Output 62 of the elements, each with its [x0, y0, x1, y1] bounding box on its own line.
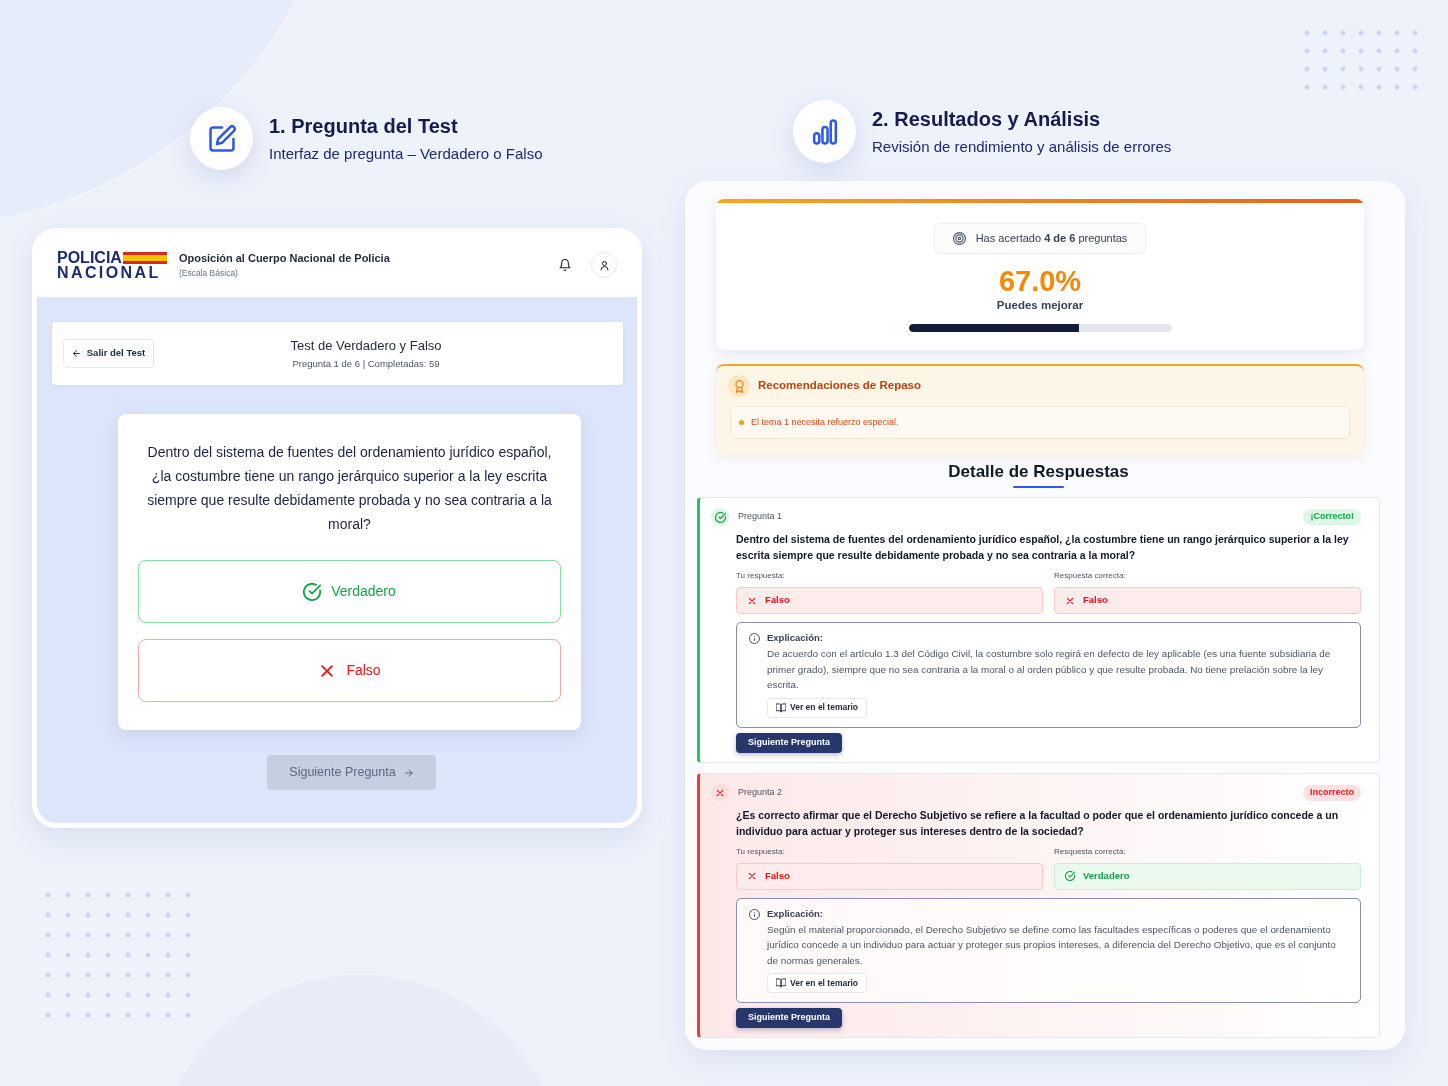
- explanation-text: De acuerdo con el artículo 1.3 del Código Civil, la costumbre solo regirá en defecto de ley aplicable (es una fuente subsidiaria de primer grado), siempre que no sea contraria a la moral o al orden público y que resulte probada. No tiene prelación sobre la ley escrita.: [767, 647, 1332, 692]
- logo-text: POLICIA: [57, 250, 122, 265]
- accent-underline: [1013, 486, 1064, 488]
- book-icon: [776, 978, 786, 988]
- score-summary: Has acertado 4 de 6 preguntas: [975, 231, 1128, 247]
- flag-icon: [122, 251, 167, 264]
- target-icon: [952, 232, 966, 245]
- bullet-icon: [739, 420, 744, 425]
- exit-test-button[interactable]: Salir del Test: [63, 339, 154, 368]
- next-question-button[interactable]: Siguiente Pregunta: [736, 732, 842, 753]
- question-text: Dentro del sistema de fuentes del ordenamiento jurídico español, ¿la costumbre tiene un rango jerárquico superior a la ley escrita siempre que resulte debidamente probada y no sea contraria a la moral?: [146, 443, 553, 534]
- answer-label: Tu respuesta:: [736, 571, 786, 581]
- check-circle-icon: [303, 582, 322, 601]
- cross-icon: [747, 595, 757, 606]
- bell-icon[interactable]: [559, 259, 571, 271]
- answer-value: Falso: [765, 593, 790, 608]
- cross-icon: [1065, 595, 1075, 606]
- user-icon: [598, 259, 610, 271]
- recommendations-title: Recomendaciones de Repaso: [758, 378, 921, 394]
- recommendation-text: El tema 1 necesita refuerzo especial.: [751, 415, 899, 429]
- score-percentage: 67.0%: [998, 267, 1082, 296]
- answer-label: Resquesta correcta:: [1054, 846, 1127, 857]
- cross-icon: [747, 871, 757, 881]
- result-badge: Incorrecto: [1303, 784, 1361, 801]
- info-icon: [749, 908, 760, 920]
- explanation-text: Según el material proporcionado, el Derecho Subjetivo se define como las facultades específicas o poderes que el ordenamiento jurídico concede a un individuo para actuar y proteger sus propios intereses, a diferencia del Derecho Objetivo, que es el conjunto de normas generales.: [767, 922, 1337, 968]
- section-subtitle: Revisión de rendimiento y análisis de errores: [872, 136, 1172, 157]
- profile-button[interactable]: [591, 252, 617, 278]
- answer-label: Respuesta correcta:: [1054, 571, 1127, 581]
- syllabus-button[interactable]: Ver en el temario: [767, 697, 868, 718]
- answer-label: Tu respuesta:: [736, 846, 786, 857]
- book-icon: [776, 702, 786, 713]
- section-heading: 2. Resultados y Análisis: [872, 106, 1102, 132]
- arrow-right-icon: [403, 767, 414, 778]
- app-subtitle: (Escala Básica): [178, 267, 239, 279]
- test-title: Test de Verdadero y Falso: [290, 337, 442, 355]
- question-text: ¿Es correcto afirmar que el Derecho Subjetivo se refiere a la facultad o poder que el ordenamiento jurídico concede a un individuo para actuar y proteger sus intereses dentro de la sociedad?: [736, 807, 1340, 839]
- test-subtitle: Pregunta 1 de 6 | Completadas: 59: [292, 357, 440, 370]
- section-subtitle: Interfaz de pregunta – Verdadero o Falso: [269, 143, 543, 164]
- info-icon: [749, 633, 760, 644]
- explanation-title: Explicación:: [767, 906, 823, 921]
- result-badge: ¡Correcto!: [1303, 509, 1361, 525]
- answer-value: Verdadero: [1083, 868, 1130, 883]
- question-number: Pregunta 1: [738, 510, 783, 524]
- explanation-title: Explicación:: [767, 631, 823, 645]
- question-text: Dentro del sistema de fuentes del ordenamiento jurídico español, ¿la costumbre tiene un rango jerárquico superior a la ley escrita siempre que resulte debidamente probada y no sea contraria a la moral?: [736, 532, 1350, 563]
- award-icon: [728, 375, 750, 397]
- next-question-button[interactable]: Siguiente Pregunta: [736, 1008, 842, 1028]
- arrow-left-icon: [71, 349, 81, 358]
- check-circle-icon: [711, 508, 729, 526]
- score-verdict: Puedes mejorar: [996, 298, 1084, 312]
- logo-text: NACIONAL: [57, 265, 162, 280]
- check-circle-icon: [1065, 871, 1075, 881]
- answer-value: Falso: [1083, 593, 1108, 608]
- app-title: Oposición al Cuerpo Nacional de Policia: [178, 251, 390, 265]
- section-title: Detalle de Respuestas: [948, 461, 1129, 483]
- section-heading: 1. Pregunta del Test: [269, 113, 459, 139]
- answer-value: Falso: [765, 868, 790, 883]
- cross-icon: [711, 783, 729, 802]
- question-number: Pregunta 2: [738, 785, 783, 799]
- answer-option[interactable]: Falso: [138, 639, 561, 702]
- syllabus-button[interactable]: Ver en el temario: [767, 973, 868, 993]
